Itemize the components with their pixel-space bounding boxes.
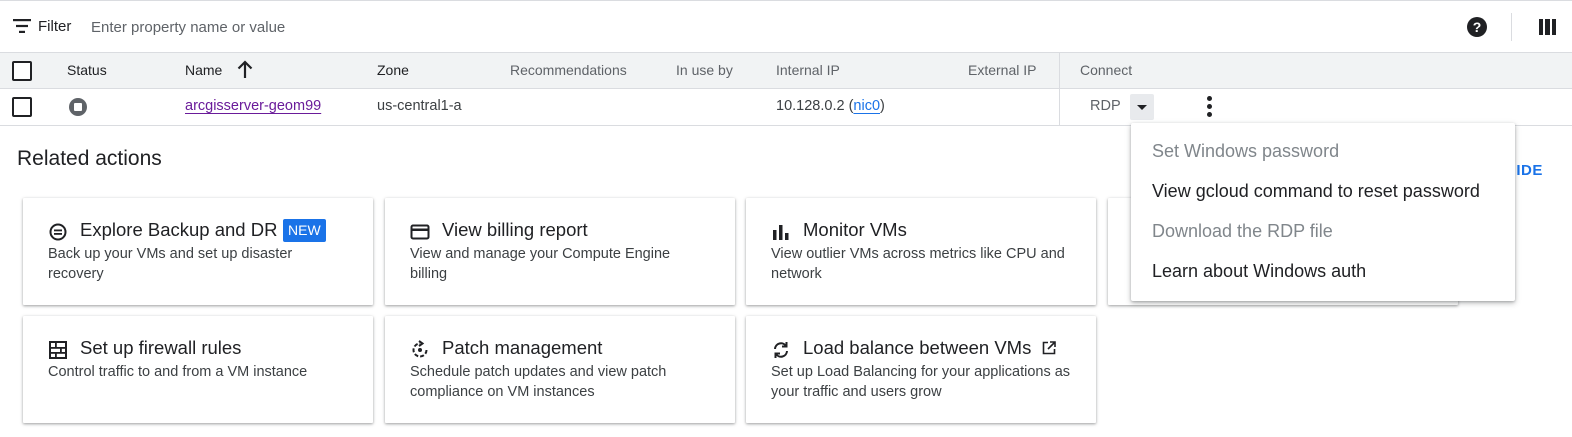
rdp-button[interactable]: RDP: [1090, 98, 1121, 114]
external-link-icon: [1042, 341, 1056, 355]
card-description: Schedule patch updates and view patch co…: [410, 364, 667, 400]
column-display-options-icon[interactable]: [1539, 19, 1556, 35]
card-title: Monitor VMs: [803, 219, 907, 240]
card-title: View billing report: [442, 219, 588, 240]
new-badge: NEW: [283, 219, 326, 242]
menu-item-download-rdp-file: Download the RDP file: [1152, 221, 1333, 241]
column-header-connect: Connect: [1080, 62, 1133, 78]
column-header-name[interactable]: Name: [185, 62, 222, 78]
table-header: Status Name Zone Recommendations In use …: [0, 53, 1572, 89]
card-description: Set up Load Balancing for your applicati…: [771, 364, 1071, 400]
toolbar-divider: [1511, 13, 1512, 41]
column-header-internal-ip[interactable]: Internal IP: [776, 62, 840, 78]
rdp-options-menu: Set Windows password View gcloud command…: [1131, 123, 1515, 301]
billing-card-icon: [410, 224, 430, 240]
vm-name-cell: arcgisserver-geom99: [185, 98, 321, 114]
stopped-status-icon: [69, 98, 87, 116]
filter-icon[interactable]: [13, 19, 31, 33]
column-header-in-use-by[interactable]: In use by: [676, 62, 733, 78]
card-description: View and manage your Compute Engine bill…: [410, 246, 671, 282]
filter-bar: Filter ?: [0, 0, 1572, 53]
help-icon[interactable]: ?: [1467, 17, 1487, 37]
row-checkbox[interactable]: [12, 97, 32, 117]
menu-item-set-windows-password: Set Windows password: [1152, 141, 1340, 161]
firewall-icon: [49, 341, 67, 359]
card-explore-backup[interactable]: Explore Backup and DR NEW Back up your V…: [23, 198, 373, 305]
column-header-external-ip[interactable]: External IP: [968, 62, 1036, 78]
connect-column-divider: [1059, 53, 1060, 126]
internal-ip-cell: 10.128.0.2 (nic0): [776, 98, 885, 114]
load-balance-icon: [774, 342, 788, 358]
vm-name-link[interactable]: arcgisserver-geom99: [185, 98, 321, 114]
card-patch-management[interactable]: Patch management Schedule patch updates …: [385, 316, 735, 423]
internal-ip-value: 10.128.0.2 (: [776, 98, 854, 114]
more-actions-icon[interactable]: [1203, 96, 1215, 120]
internal-ip-close: ): [880, 98, 885, 114]
card-title: Patch management: [442, 337, 603, 358]
card-description: Control traffic to and from a VM instanc…: [48, 364, 308, 380]
zone-cell: us-central1-a: [377, 98, 462, 114]
patch-icon: [412, 340, 428, 358]
card-description: View outlier VMs across metrics like CPU…: [771, 246, 1065, 282]
column-header-status[interactable]: Status: [67, 62, 107, 78]
rdp-dropdown-arrow-icon[interactable]: [1130, 94, 1154, 120]
card-description: Back up your VMs and set up disaster rec…: [48, 246, 293, 282]
card-view-billing-report[interactable]: View billing report View and manage your…: [385, 198, 735, 305]
sort-ascending-icon[interactable]: [236, 59, 254, 81]
bar-chart-icon: [773, 225, 789, 240]
filter-label[interactable]: Filter: [38, 18, 71, 35]
select-all-checkbox[interactable]: [12, 61, 32, 81]
card-set-up-firewall-rules[interactable]: Set up firewall rules Control traffic to…: [23, 316, 373, 423]
menu-item-learn-windows-auth[interactable]: Learn about Windows auth: [1152, 261, 1366, 282]
card-title: Load balance between VMs: [803, 337, 1032, 358]
menu-item-view-gcloud-command[interactable]: View gcloud command to reset password: [1152, 181, 1480, 202]
card-load-balance-between-vms[interactable]: Load balance between VMs Set up Load Bal…: [746, 316, 1096, 423]
card-monitor-vms[interactable]: Monitor VMs View outlier VMs across metr…: [746, 198, 1096, 305]
related-actions-title: Related actions: [17, 147, 162, 170]
table-row: arcgisserver-geom99 us-central1-a 10.128…: [0, 89, 1572, 126]
nic-link[interactable]: nic0: [853, 98, 880, 114]
card-title: Explore Backup and DR: [80, 219, 278, 240]
column-header-zone[interactable]: Zone: [377, 62, 409, 78]
filter-input[interactable]: [84, 11, 684, 43]
card-title: Set up firewall rules: [80, 337, 242, 358]
backup-icon: [49, 223, 67, 241]
column-header-recommendations[interactable]: Recommendations: [510, 62, 627, 78]
